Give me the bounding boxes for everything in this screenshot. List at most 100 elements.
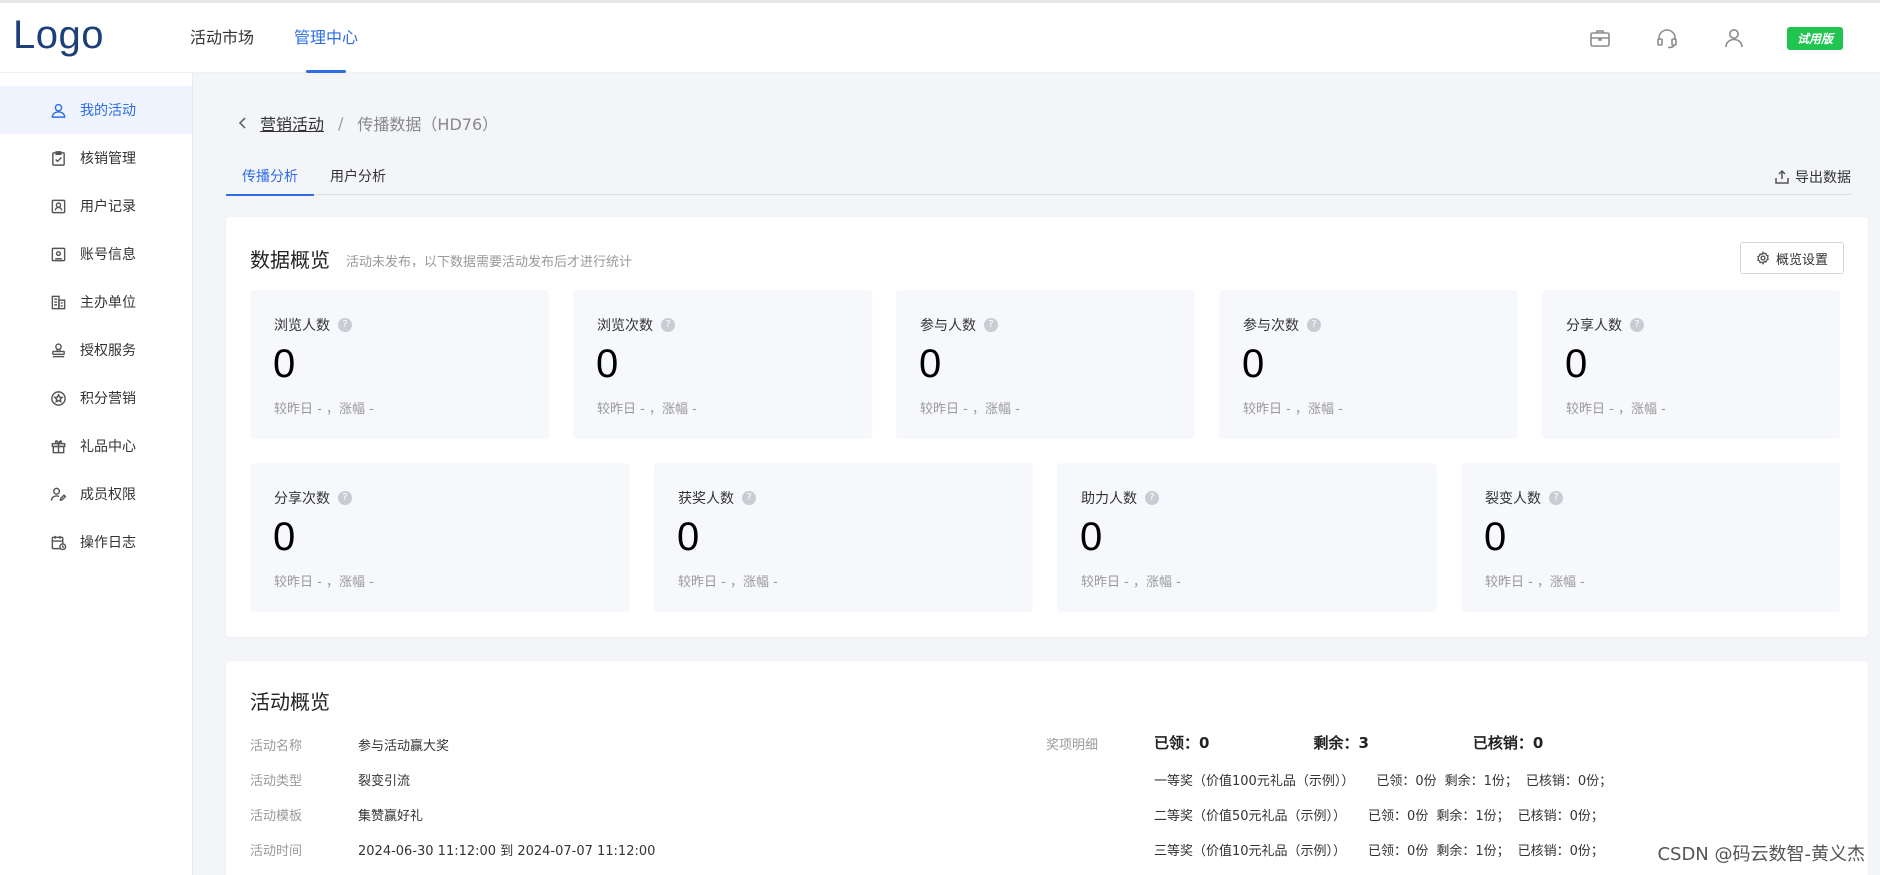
tab-bar: 传播分析 用户分析 导出数据 (226, 163, 1851, 196)
help-question-icon[interactable]: ? (1145, 491, 1159, 505)
help-question-icon[interactable]: ? (661, 318, 675, 332)
breadcrumb-marketing-activity[interactable]: 营销活动 (260, 111, 324, 135)
help-question-icon[interactable]: ? (1630, 318, 1644, 332)
top-header: Logo 活动市场 管理中心 试用版 (0, 0, 1880, 73)
help-question-icon[interactable]: ? (742, 491, 756, 505)
sidebar-item-organizer[interactable]: 主办单位 (0, 278, 192, 326)
trial-badge[interactable]: 试用版 (1786, 26, 1843, 50)
sidebar-item-account-info[interactable]: 账号信息 (0, 230, 192, 278)
metric-value: 0 (1080, 515, 1103, 559)
sidebar: 我的活动 核销管理 用户记录 账号信息 主办单位 授权服务 积分营销 礼品中心 … (0, 73, 193, 875)
sidebar-item-user-records[interactable]: 用户记录 (0, 182, 192, 230)
metric-card-shares: 分享次数? 0 较昨日 - ，涨幅 - (250, 463, 630, 612)
metrics-row-2: 分享次数? 0 较昨日 - ，涨幅 - 获奖人数? 0 较昨日 - ，涨幅 - … (250, 463, 1840, 612)
logo[interactable]: Logo (13, 13, 104, 58)
building-icon (49, 293, 67, 311)
sidebar-item-gift-center[interactable]: 礼品中心 (0, 422, 192, 470)
nav-management-center[interactable]: 管理中心 (294, 3, 358, 73)
metric-value: 0 (273, 515, 296, 559)
breadcrumb: 营销活动 / 传播数据（HD76） (238, 111, 498, 135)
metric-value: 0 (677, 515, 700, 559)
prize-name: 二等奖（价值50元礼品（示例）） (1154, 809, 1347, 824)
prize-redeemed: 已核销：0份； (1525, 774, 1613, 789)
help-question-icon[interactable]: ? (984, 318, 998, 332)
sidebar-item-redemption[interactable]: 核销管理 (0, 134, 192, 182)
metric-value: 0 (919, 342, 942, 386)
sidebar-item-label: 核销管理 (80, 151, 136, 167)
overview-title: 数据概览 (250, 248, 330, 272)
info-row-activity-template: 活动模板 集赞赢好礼 (250, 805, 423, 824)
prize-redeemed: 已核销：0份； (1517, 809, 1604, 824)
sidebar-item-label: 账号信息 (80, 247, 136, 263)
metric-value: 0 (273, 342, 296, 386)
metric-label: 浏览次数 (597, 318, 653, 334)
metric-compare: 较昨日 - ，涨幅 - (920, 402, 1020, 417)
metric-value: 0 (1565, 342, 1588, 386)
prize-line-third: 三等奖（价值10元礼品（示例）） 已领：0份 剩余：1份； 已核销：0份； (1154, 840, 1612, 859)
prize-summary-claimed: 已领：0 (1154, 734, 1210, 752)
gear-icon (1757, 251, 1769, 265)
prize-remaining: 剩余：1份； (1436, 844, 1510, 859)
back-chevron-icon[interactable] (238, 116, 248, 130)
breadcrumb-separator: / (338, 113, 344, 133)
briefcase-icon[interactable] (1586, 24, 1614, 52)
info-row-activity-type: 活动类型 裂变引流 (250, 770, 410, 789)
sidebar-item-member-permissions[interactable]: 成员权限 (0, 470, 192, 518)
sidebar-item-my-activities[interactable]: 我的活动 (0, 86, 192, 134)
prize-detail-label: 奖项明细 (1046, 738, 1099, 753)
sidebar-item-operation-log[interactable]: 操作日志 (0, 518, 192, 566)
stamp-icon (49, 341, 67, 359)
overview-settings-label: 概览设置 (1775, 252, 1828, 268)
metric-card-winners: 获奖人数? 0 较昨日 - ，涨幅 - (654, 463, 1033, 612)
sidebar-item-label: 成员权限 (80, 487, 136, 503)
prize-remaining: 剩余：1份； (1436, 809, 1510, 824)
prize-summary: 已领：0 剩余：3 已核销：0 (1154, 732, 1647, 753)
metric-label: 分享人数 (1566, 318, 1622, 334)
activity-overview-card: 活动概览 活动名称 参与活动赢大奖 活动类型 裂变引流 活动模板 集赞赢好礼 活… (226, 661, 1868, 875)
sidebar-item-label: 我的活动 (80, 103, 136, 119)
sidebar-item-label: 积分营销 (80, 391, 136, 407)
metrics-row-1: 浏览人数? 0 较昨日 - ，涨幅 - 浏览次数? 0 较昨日 - ，涨幅 - … (250, 290, 1840, 439)
metric-label: 浏览人数 (274, 318, 330, 334)
metric-card-participants: 参与人数? 0 较昨日 - ，涨幅 - (896, 290, 1195, 439)
star-badge-icon (49, 389, 67, 407)
info-key: 活动模板 (250, 809, 303, 824)
headset-icon[interactable] (1653, 24, 1681, 52)
info-value: 2024-06-30 11:12:00 到 2024-07-07 11:12:0… (358, 844, 656, 859)
metric-compare: 较昨日 - ，涨幅 - (678, 575, 778, 590)
help-question-icon[interactable]: ? (338, 318, 352, 332)
prize-summary-redeemed: 已核销：0 (1472, 734, 1544, 752)
metric-compare: 较昨日 - ，涨幅 - (274, 402, 374, 417)
metric-compare: 较昨日 - ，涨幅 - (274, 575, 374, 590)
metric-compare: 较昨日 - ，涨幅 - (1485, 575, 1585, 590)
breadcrumb-current: 传播数据（HD76） (357, 115, 499, 134)
user-icon[interactable] (1720, 24, 1748, 52)
metric-label: 裂变人数 (1485, 491, 1541, 507)
sidebar-item-label: 礼品中心 (80, 439, 136, 455)
metric-compare: 较昨日 - ，涨幅 - (1081, 575, 1181, 590)
watermark: CSDN @码云数智-黄义杰 (1657, 844, 1865, 865)
activity-title: 活动概览 (250, 690, 330, 714)
top-nav: 活动市场 管理中心 (190, 3, 398, 73)
help-question-icon[interactable]: ? (1549, 491, 1563, 505)
export-icon (1775, 169, 1789, 184)
info-key: 活动类型 (250, 774, 303, 789)
metric-label: 参与人数 (920, 318, 976, 334)
nav-activity-market[interactable]: 活动市场 (190, 3, 254, 73)
export-data-button[interactable]: 导出数据 (1774, 163, 1851, 191)
sidebar-item-points-marketing[interactable]: 积分营销 (0, 374, 192, 422)
overview-settings-button[interactable]: 概览设置 (1739, 242, 1844, 274)
tab-user-analysis[interactable]: 用户分析 (314, 163, 402, 195)
tab-spread-analysis[interactable]: 传播分析 (226, 163, 314, 196)
clipboard-check-icon (49, 149, 67, 167)
metric-value: 0 (596, 342, 619, 386)
user-icon (49, 101, 67, 119)
help-question-icon[interactable]: ? (338, 491, 352, 505)
calendar-log-icon (49, 533, 67, 551)
help-question-icon[interactable]: ? (1307, 318, 1321, 332)
metric-value: 0 (1484, 515, 1507, 559)
prize-claimed: 已领：0份 (1368, 844, 1429, 859)
sidebar-item-authorization[interactable]: 授权服务 (0, 326, 192, 374)
info-row-activity-name: 活动名称 参与活动赢大奖 (250, 735, 449, 754)
metric-compare: 较昨日 - ，涨幅 - (1243, 402, 1343, 417)
